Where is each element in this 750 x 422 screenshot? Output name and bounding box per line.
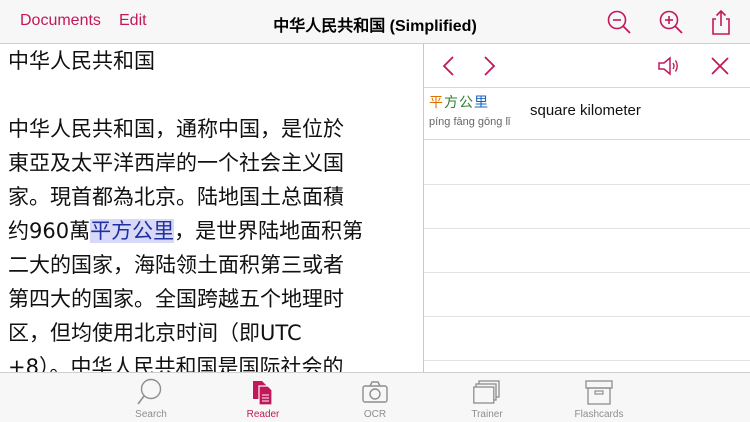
forward-icon[interactable] (476, 53, 502, 79)
text-line: 区，但均使用北京时间（即UTC (8, 321, 302, 345)
speaker-icon[interactable] (656, 53, 682, 79)
search-icon (137, 378, 162, 405)
tab-label: OCR (363, 409, 387, 420)
headword-char: 里 (474, 95, 489, 111)
navigation-bar: Documents Edit 中华人民共和国 (Simplified) (0, 0, 750, 44)
zoom-in-icon[interactable] (657, 8, 685, 36)
tab-trainer[interactable]: Trainer (437, 373, 537, 422)
entry-headword: 平方公里 (429, 92, 489, 112)
cards-icon (473, 380, 500, 404)
tab-label: Flashcards (574, 409, 624, 420)
empty-row-separator (424, 228, 750, 229)
text-line: 约960萬平方公里，是世界陆地面积第 (8, 214, 415, 248)
close-icon[interactable] (707, 53, 733, 79)
dictionary-entry[interactable]: 平方公里 píng fāng gōng lǐ square kilometer (424, 88, 750, 140)
tab-label: Search (135, 409, 167, 420)
text-line: 中华人民共和国，通称中国，是位於 (8, 117, 344, 141)
dictionary-toolbar (424, 44, 750, 88)
text-line: 二大的国家，海陆领土面积第三或者 (8, 253, 344, 277)
document-heading: 中华人民共和国 (8, 49, 155, 73)
tab-ocr[interactable]: OCR (325, 373, 425, 422)
documents-icon (253, 381, 273, 406)
text-segment: 约960萬 (8, 219, 91, 243)
text-line: +8）。中华人民共和国是国际社会的 (8, 355, 344, 372)
entry-definition: square kilometer (530, 102, 641, 119)
reader-text[interactable]: 中华人民共和国 中华人民共和国，通称中国，是位於 東亞及太平洋西岸的一个社会主义… (0, 44, 423, 372)
tab-bar: Search Reader OCR Trainer Flashcards (0, 372, 750, 422)
headword-char: 方 (444, 95, 459, 111)
page-title: 中华人民共和国 (Simplified) (273, 18, 477, 35)
selected-word[interactable]: 平方公里 (90, 219, 175, 243)
empty-row-separator (424, 316, 750, 317)
empty-row-separator (424, 184, 750, 185)
headword-char: 公 (459, 95, 474, 111)
box-icon (585, 380, 613, 405)
back-icon[interactable] (436, 53, 462, 79)
text-line: 第四大的国家。全国跨越五个地理时 (8, 287, 344, 311)
camera-icon (362, 381, 388, 403)
text-line: 家。現首都為北京。陆地国土总面積 (8, 185, 344, 209)
tab-search[interactable]: Search (101, 373, 201, 422)
tab-flashcards[interactable]: Flashcards (549, 373, 649, 422)
text-segment: ，是世界陆地面积第 (174, 219, 364, 243)
zoom-out-icon[interactable] (605, 8, 633, 36)
headword-char: 平 (429, 95, 444, 111)
tab-label: Trainer (471, 409, 503, 420)
text-line: 東亞及太平洋西岸的一个社会主义国 (8, 151, 344, 175)
empty-row-separator (424, 272, 750, 273)
dictionary-panel: 平方公里 píng fāng gōng lǐ square kilometer (424, 44, 750, 372)
tab-label: Reader (246, 409, 280, 420)
entry-pinyin: píng fāng gōng lǐ (429, 116, 511, 128)
share-icon[interactable] (707, 8, 735, 36)
empty-row-separator (424, 360, 750, 361)
tab-reader[interactable]: Reader (213, 373, 313, 422)
